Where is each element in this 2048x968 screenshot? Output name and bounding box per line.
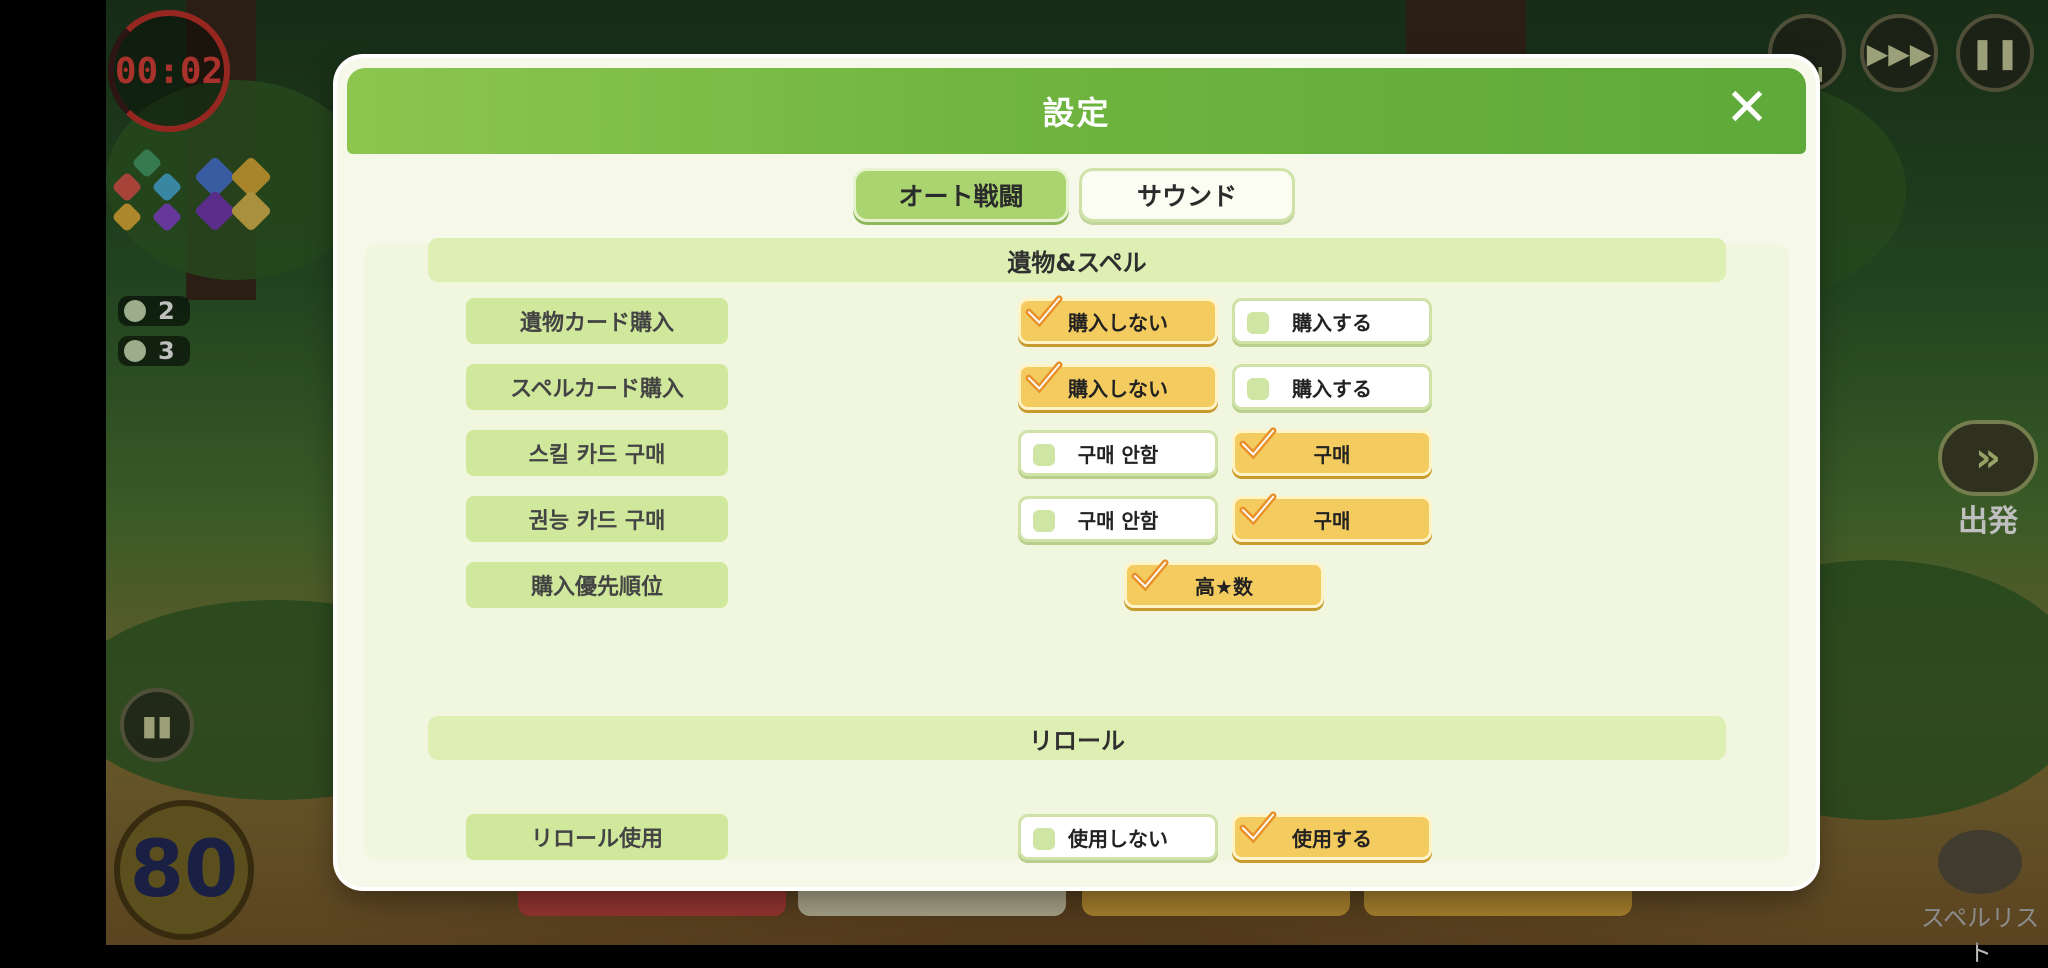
- option-label: 使用しない: [1068, 826, 1168, 851]
- option-label: 구매 안함: [1077, 508, 1159, 533]
- option-spell-buy[interactable]: 購入する: [1232, 364, 1432, 410]
- row-label-reroll-use: リロール使用: [466, 814, 728, 860]
- checkbox-empty-icon: [1033, 828, 1055, 850]
- row-label-relic-purchase: 遺物カード購入: [466, 298, 728, 344]
- row-label-spell-purchase: スペルカード購入: [466, 364, 728, 410]
- section-title-reroll: リロール: [428, 716, 1726, 760]
- option-label: 구매 안함: [1077, 442, 1159, 467]
- checkmark-icon: [1239, 427, 1277, 460]
- modal-title: 設定: [1042, 94, 1111, 132]
- checkmark-icon: [1239, 811, 1277, 844]
- option-spell-no-buy[interactable]: 購入しない: [1018, 361, 1218, 410]
- option-label: 購入しない: [1068, 310, 1168, 335]
- option-relic-buy[interactable]: 購入する: [1232, 298, 1432, 344]
- checkmark-icon: [1131, 559, 1169, 592]
- option-reroll-on[interactable]: 使用する: [1232, 811, 1432, 860]
- option-label: 高★数: [1195, 574, 1253, 599]
- row-label-skill-card-purchase: 스킬 카드 구매: [466, 430, 728, 476]
- close-icon[interactable]: ✕: [1718, 78, 1778, 138]
- checkmark-icon: [1025, 361, 1063, 394]
- option-label: 구매: [1313, 442, 1351, 467]
- option-power-buy[interactable]: 구매: [1232, 493, 1432, 542]
- option-label: 使用する: [1292, 826, 1372, 851]
- modal-header: 設定 ✕: [347, 68, 1806, 154]
- settings-modal: 設定 ✕ オート戦闘 サウンド 遺物&スペル 遺物カード購入 購入しない 購入す…: [337, 58, 1816, 887]
- checkmark-icon: [1025, 295, 1063, 328]
- option-label: 購入しない: [1068, 376, 1168, 401]
- option-skill-buy[interactable]: 구매: [1232, 427, 1432, 476]
- tab-sound[interactable]: サウンド: [1079, 168, 1295, 222]
- checkbox-empty-icon: [1033, 444, 1055, 466]
- option-label: 구매: [1313, 508, 1351, 533]
- tab-auto-battle[interactable]: オート戦闘: [853, 168, 1069, 222]
- option-label: 購入する: [1292, 376, 1372, 401]
- option-label: 購入する: [1292, 310, 1372, 335]
- row-label-purchase-priority: 購入優先順位: [466, 562, 728, 608]
- option-reroll-off[interactable]: 使用しない: [1018, 814, 1218, 860]
- checkmark-icon: [1239, 493, 1277, 526]
- row-label-power-card-purchase: 권능 카드 구매: [466, 496, 728, 542]
- settings-tabs: オート戦闘 サウンド: [853, 168, 1295, 222]
- checkbox-empty-icon: [1033, 510, 1055, 532]
- option-relic-no-buy[interactable]: 購入しない: [1018, 295, 1218, 344]
- option-power-no-buy[interactable]: 구매 안함: [1018, 496, 1218, 542]
- option-priority-high-star[interactable]: 高★数: [1124, 559, 1324, 608]
- option-skill-no-buy[interactable]: 구매 안함: [1018, 430, 1218, 476]
- checkbox-empty-icon: [1247, 378, 1269, 400]
- checkbox-empty-icon: [1247, 312, 1269, 334]
- settings-content: 遺物&スペル 遺物カード購入 購入しない 購入する スペルカード購入 購入しない…: [364, 238, 1789, 860]
- section-title-relics-spells: 遺物&スペル: [428, 238, 1726, 282]
